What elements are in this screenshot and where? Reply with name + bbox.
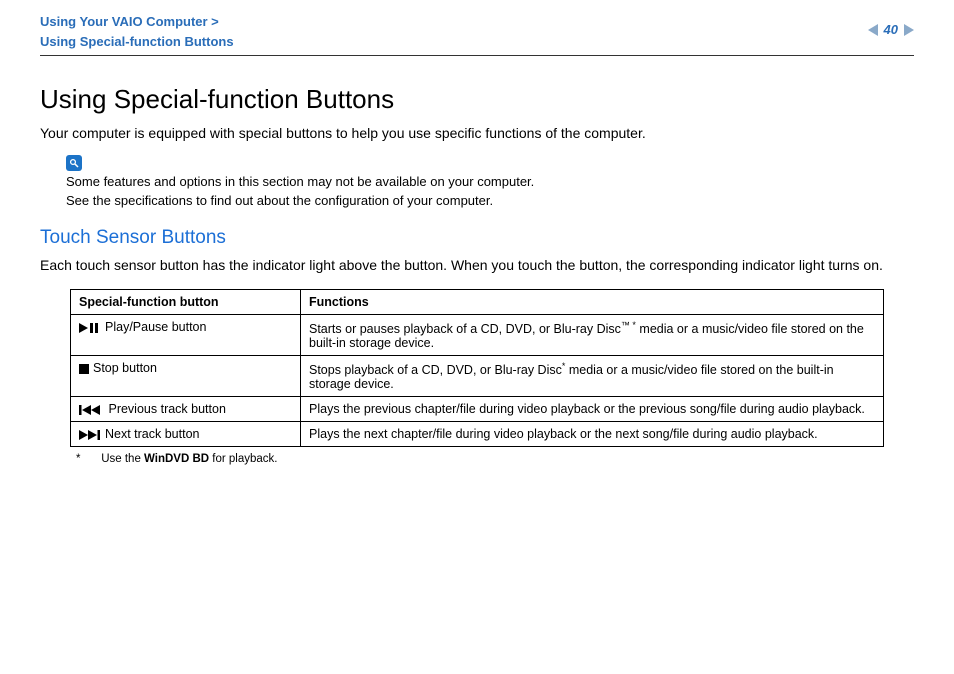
cell-button-label: Next track button	[105, 427, 200, 441]
footnote-marker: *	[76, 453, 98, 465]
breadcrumb-line1[interactable]: Using Your VAIO Computer >	[40, 12, 234, 32]
play-pause-icon	[79, 323, 101, 333]
cell-function: Starts or pauses playback of a CD, DVD, …	[301, 314, 884, 355]
th-button: Special-function button	[71, 289, 301, 314]
note-block: Some features and options in this sectio…	[40, 155, 914, 211]
stop-icon	[79, 364, 89, 374]
pager: 40	[868, 12, 914, 37]
breadcrumb-line2[interactable]: Using Special-function Buttons	[40, 32, 234, 52]
search-icon	[66, 155, 82, 171]
page-number: 40	[884, 22, 898, 37]
functions-table: Special-function button Functions Play/P…	[70, 289, 884, 447]
prev-page-icon[interactable]	[868, 24, 878, 36]
page-header: Using Your VAIO Computer > Using Special…	[40, 12, 914, 56]
breadcrumb: Using Your VAIO Computer > Using Special…	[40, 12, 234, 51]
th-functions: Functions	[301, 289, 884, 314]
page-title: Using Special-function Buttons	[40, 84, 914, 115]
cell-button-label: Play/Pause button	[105, 320, 206, 334]
cell-button-label: Stop button	[93, 361, 157, 375]
prev-track-icon	[79, 405, 101, 415]
table-row: Play/Pause button Starts or pauses playb…	[71, 314, 884, 355]
cell-function: Plays the previous chapter/file during v…	[301, 397, 884, 422]
table-row: Next track button Plays the next chapter…	[71, 422, 884, 447]
footnote: * Use the WinDVD BD for playback.	[70, 453, 884, 465]
cell-function: Plays the next chapter/file during video…	[301, 422, 884, 447]
table-row: Stop button Stops playback of a CD, DVD,…	[71, 356, 884, 397]
note-line1: Some features and options in this sectio…	[66, 173, 914, 192]
cell-button-label: Previous track button	[108, 402, 225, 416]
next-page-icon[interactable]	[904, 24, 914, 36]
intro-text: Your computer is equipped with special b…	[40, 125, 914, 141]
section-title: Touch Sensor Buttons	[40, 227, 914, 249]
note-line2: See the specifications to find out about…	[66, 192, 914, 211]
table-row: Previous track button Plays the previous…	[71, 397, 884, 422]
section-intro: Each touch sensor button has the indicat…	[40, 255, 914, 275]
cell-function: Stops playback of a CD, DVD, or Blu-ray …	[301, 356, 884, 397]
next-track-icon	[79, 430, 101, 440]
